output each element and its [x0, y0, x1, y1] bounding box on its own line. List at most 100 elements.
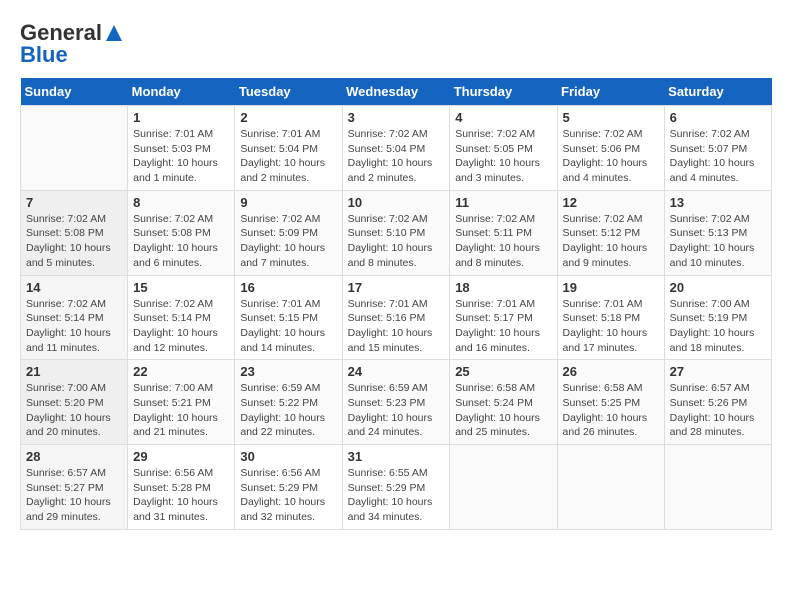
day-info: Sunrise: 6:58 AMSunset: 5:25 PMDaylight:…: [563, 381, 659, 440]
day-number: 26: [563, 364, 659, 379]
day-number: 19: [563, 280, 659, 295]
calendar-cell: 30Sunrise: 6:56 AMSunset: 5:29 PMDayligh…: [235, 445, 342, 530]
day-number: 16: [240, 280, 336, 295]
day-number: 11: [455, 195, 551, 210]
week-row-2: 7 Sunrise: 7:02 AMSunset: 5:08 PMDaylight…: [21, 190, 772, 275]
day-number: 20: [670, 280, 766, 295]
day-info: Sunrise: 7:01 AMSunset: 5:03 PMDaylight:…: [133, 127, 229, 186]
day-info: Sunrise: 6:59 AMSunset: 5:22 PMDaylight:…: [240, 381, 336, 440]
day-info: Sunrise: 7:02 AMSunset: 5:07 PMDaylight:…: [670, 127, 766, 186]
header-day-friday: Friday: [557, 78, 664, 106]
calendar-cell: 5 Sunrise: 7:02 AMSunset: 5:06 PMDaylight…: [557, 106, 664, 191]
page-header: General Blue: [20, 20, 772, 68]
calendar-cell: 28 Sunrise: 6:57 AMSunset: 5:27 PMDayligh…: [21, 445, 128, 530]
week-row-5: 28 Sunrise: 6:57 AMSunset: 5:27 PMDayligh…: [21, 445, 772, 530]
calendar-cell: 11 Sunrise: 7:02 AMSunset: 5:11 PMDayligh…: [450, 190, 557, 275]
calendar-cell: 15Sunrise: 7:02 AMSunset: 5:14 PMDayligh…: [128, 275, 235, 360]
calendar-cell: 27 Sunrise: 6:57 AMSunset: 5:26 PMDayligh…: [664, 360, 771, 445]
calendar-cell: [664, 445, 771, 530]
calendar-cell: 18Sunrise: 7:01 AMSunset: 5:17 PMDayligh…: [450, 275, 557, 360]
week-row-1: 1Sunrise: 7:01 AMSunset: 5:03 PMDaylight…: [21, 106, 772, 191]
calendar-cell: 22 Sunrise: 7:00 AMSunset: 5:21 PMDayligh…: [128, 360, 235, 445]
calendar-cell: [21, 106, 128, 191]
calendar-table: SundayMondayTuesdayWednesdayThursdayFrid…: [20, 78, 772, 530]
day-number: 31: [348, 449, 445, 464]
calendar-cell: [450, 445, 557, 530]
calendar-cell: 4 Sunrise: 7:02 AMSunset: 5:05 PMDaylight…: [450, 106, 557, 191]
day-info: Sunrise: 7:01 AMSunset: 5:16 PMDaylight:…: [348, 297, 445, 356]
logo: General Blue: [20, 20, 124, 68]
day-number: 22: [133, 364, 229, 379]
day-number: 13: [670, 195, 766, 210]
calendar-cell: 31Sunrise: 6:55 AMSunset: 5:29 PMDayligh…: [342, 445, 450, 530]
day-info: Sunrise: 6:56 AMSunset: 5:29 PMDaylight:…: [240, 466, 336, 525]
calendar-cell: 21 Sunrise: 7:00 AMSunset: 5:20 PMDayligh…: [21, 360, 128, 445]
day-info: Sunrise: 7:01 AMSunset: 5:15 PMDaylight:…: [240, 297, 336, 356]
day-info: Sunrise: 7:02 AMSunset: 5:11 PMDaylight:…: [455, 212, 551, 271]
day-info: Sunrise: 7:02 AMSunset: 5:05 PMDaylight:…: [455, 127, 551, 186]
calendar-cell: [557, 445, 664, 530]
day-number: 5: [563, 110, 659, 125]
day-info: Sunrise: 7:02 AMSunset: 5:06 PMDaylight:…: [563, 127, 659, 186]
calendar-cell: 13 Sunrise: 7:02 AMSunset: 5:13 PMDayligh…: [664, 190, 771, 275]
header-row: SundayMondayTuesdayWednesdayThursdayFrid…: [21, 78, 772, 106]
day-number: 29: [133, 449, 229, 464]
day-info: Sunrise: 7:00 AMSunset: 5:19 PMDaylight:…: [670, 297, 766, 356]
day-number: 17: [348, 280, 445, 295]
day-info: Sunrise: 6:57 AMSunset: 5:27 PMDaylight:…: [26, 466, 122, 525]
header-day-saturday: Saturday: [664, 78, 771, 106]
calendar-cell: 24Sunrise: 6:59 AMSunset: 5:23 PMDayligh…: [342, 360, 450, 445]
day-info: Sunrise: 7:01 AMSunset: 5:18 PMDaylight:…: [563, 297, 659, 356]
header-day-wednesday: Wednesday: [342, 78, 450, 106]
calendar-cell: 6 Sunrise: 7:02 AMSunset: 5:07 PMDaylight…: [664, 106, 771, 191]
day-number: 10: [348, 195, 445, 210]
calendar-cell: 10 Sunrise: 7:02 AMSunset: 5:10 PMDayligh…: [342, 190, 450, 275]
day-info: Sunrise: 7:02 AMSunset: 5:08 PMDaylight:…: [26, 212, 122, 271]
header-day-sunday: Sunday: [21, 78, 128, 106]
header-day-monday: Monday: [128, 78, 235, 106]
calendar-cell: 2Sunrise: 7:01 AMSunset: 5:04 PMDaylight…: [235, 106, 342, 191]
day-info: Sunrise: 7:00 AMSunset: 5:20 PMDaylight:…: [26, 381, 122, 440]
day-number: 8: [133, 195, 229, 210]
day-info: Sunrise: 6:59 AMSunset: 5:23 PMDaylight:…: [348, 381, 445, 440]
day-number: 2: [240, 110, 336, 125]
day-number: 23: [240, 364, 336, 379]
calendar-cell: 16 Sunrise: 7:01 AMSunset: 5:15 PMDayligh…: [235, 275, 342, 360]
week-row-3: 14 Sunrise: 7:02 AMSunset: 5:14 PMDayligh…: [21, 275, 772, 360]
day-number: 18: [455, 280, 551, 295]
calendar-cell: 14 Sunrise: 7:02 AMSunset: 5:14 PMDayligh…: [21, 275, 128, 360]
day-info: Sunrise: 7:02 AMSunset: 5:14 PMDaylight:…: [26, 297, 122, 356]
day-info: Sunrise: 7:00 AMSunset: 5:21 PMDaylight:…: [133, 381, 229, 440]
day-number: 4: [455, 110, 551, 125]
calendar-cell: 26 Sunrise: 6:58 AMSunset: 5:25 PMDayligh…: [557, 360, 664, 445]
day-info: Sunrise: 7:02 AMSunset: 5:04 PMDaylight:…: [348, 127, 445, 186]
day-info: Sunrise: 7:02 AMSunset: 5:12 PMDaylight:…: [563, 212, 659, 271]
calendar-cell: 3 Sunrise: 7:02 AMSunset: 5:04 PMDaylight…: [342, 106, 450, 191]
header-day-tuesday: Tuesday: [235, 78, 342, 106]
day-info: Sunrise: 7:02 AMSunset: 5:10 PMDaylight:…: [348, 212, 445, 271]
calendar-cell: 25Sunrise: 6:58 AMSunset: 5:24 PMDayligh…: [450, 360, 557, 445]
calendar-cell: 23 Sunrise: 6:59 AMSunset: 5:22 PMDayligh…: [235, 360, 342, 445]
week-row-4: 21 Sunrise: 7:00 AMSunset: 5:20 PMDayligh…: [21, 360, 772, 445]
day-number: 14: [26, 280, 122, 295]
calendar-cell: 12Sunrise: 7:02 AMSunset: 5:12 PMDayligh…: [557, 190, 664, 275]
day-info: Sunrise: 6:58 AMSunset: 5:24 PMDaylight:…: [455, 381, 551, 440]
day-info: Sunrise: 7:02 AMSunset: 5:08 PMDaylight:…: [133, 212, 229, 271]
day-info: Sunrise: 6:57 AMSunset: 5:26 PMDaylight:…: [670, 381, 766, 440]
calendar-cell: 9Sunrise: 7:02 AMSunset: 5:09 PMDaylight…: [235, 190, 342, 275]
day-info: Sunrise: 7:02 AMSunset: 5:14 PMDaylight:…: [133, 297, 229, 356]
day-number: 7: [26, 195, 122, 210]
day-number: 3: [348, 110, 445, 125]
day-number: 6: [670, 110, 766, 125]
calendar-cell: 7 Sunrise: 7:02 AMSunset: 5:08 PMDaylight…: [21, 190, 128, 275]
day-number: 27: [670, 364, 766, 379]
calendar-cell: 20 Sunrise: 7:00 AMSunset: 5:19 PMDayligh…: [664, 275, 771, 360]
day-number: 21: [26, 364, 122, 379]
calendar-cell: 8 Sunrise: 7:02 AMSunset: 5:08 PMDaylight…: [128, 190, 235, 275]
day-number: 9: [240, 195, 336, 210]
calendar-cell: 29Sunrise: 6:56 AMSunset: 5:28 PMDayligh…: [128, 445, 235, 530]
calendar-cell: 19 Sunrise: 7:01 AMSunset: 5:18 PMDayligh…: [557, 275, 664, 360]
day-number: 28: [26, 449, 122, 464]
calendar-cell: 17 Sunrise: 7:01 AMSunset: 5:16 PMDayligh…: [342, 275, 450, 360]
day-info: Sunrise: 7:02 AMSunset: 5:13 PMDaylight:…: [670, 212, 766, 271]
